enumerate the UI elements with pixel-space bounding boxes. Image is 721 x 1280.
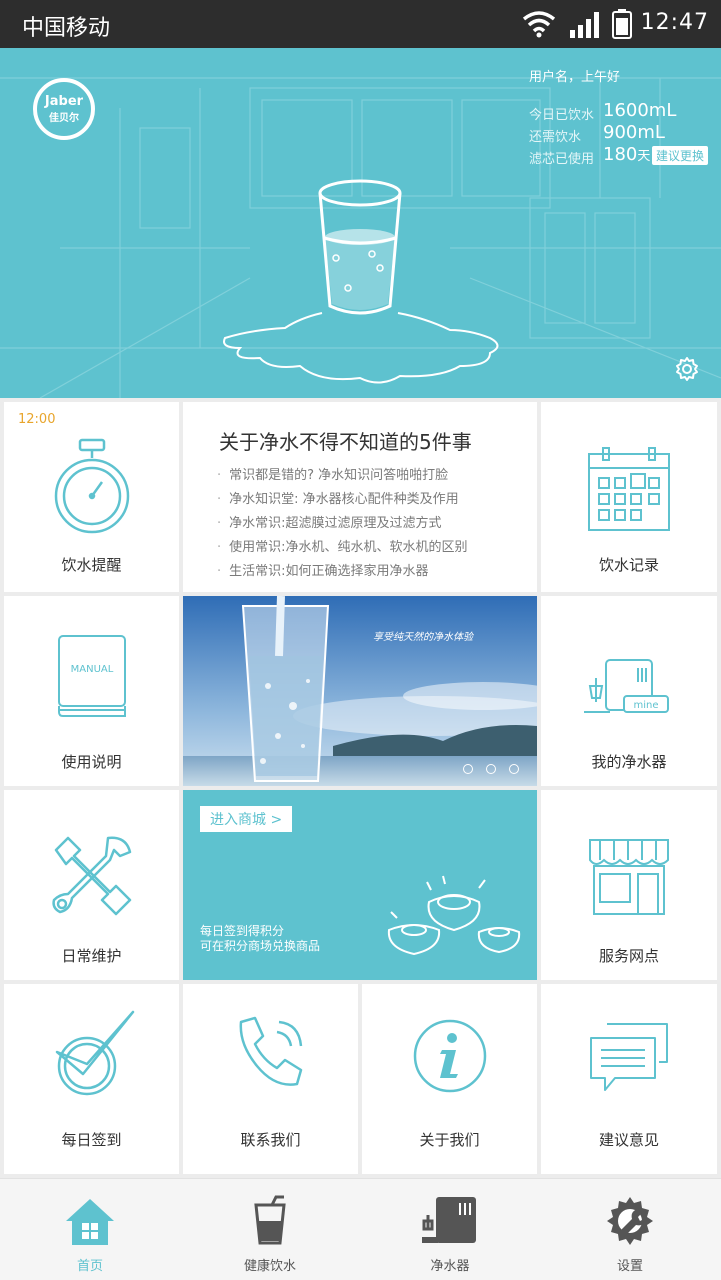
drink-reminder-label: 饮水提醒 — [61, 556, 122, 574]
daily-checkin-card[interactable]: 每日签到 — [4, 984, 179, 1174]
article-item[interactable]: 净水常识:超滤膜过滤原理及过滤方式 — [217, 512, 468, 536]
nav-healthy-drinking[interactable]: 健康饮水 — [180, 1179, 360, 1280]
drink-reminder-card[interactable]: 12:00 饮水提醒 — [4, 402, 179, 592]
my-purifier-card[interactable]: mine 我的净水器 — [541, 596, 717, 786]
article-list: 常识都是错的? 净水知识问答啪啪打脸 净水知识堂: 净水器核心配件种类及作用 净… — [217, 464, 468, 584]
stat-drank-today: 今日已饮水 1600mL — [529, 100, 677, 123]
mall-card[interactable]: 进入商城 > 每日签到得积分 可在积分商场兑换商品 — [183, 790, 537, 980]
stat-remaining: 还需饮水 900mL — [529, 122, 665, 145]
manual-label: 使用说明 — [61, 753, 122, 771]
my-purifier-label: 我的净水器 — [591, 753, 667, 771]
carrier-name: 中国移动 — [22, 16, 111, 41]
phone-icon — [239, 1016, 302, 1086]
purifier-icon — [422, 1197, 476, 1243]
manual-card[interactable]: MANUAL 使用说明 — [4, 596, 179, 786]
nav-home[interactable]: 首页 — [0, 1179, 180, 1280]
tools-icon — [51, 836, 131, 916]
cup-icon — [254, 1195, 286, 1245]
jaber-logo: Jaber 佳贝尔 — [33, 78, 95, 140]
calendar-icon — [588, 447, 670, 531]
carousel-dot[interactable] — [462, 764, 473, 774]
bottom-navigation: 首页 健康饮水 净水器 设置 — [0, 1178, 721, 1280]
nav-settings[interactable]: 设置 — [540, 1179, 720, 1280]
storefront-icon — [589, 839, 669, 915]
replace-filter-button[interactable]: 建议更换 — [652, 146, 709, 165]
carousel-dot[interactable] — [485, 764, 496, 774]
checkmark-circle-icon — [55, 1010, 134, 1096]
daily-checkin-label: 每日签到 — [61, 1131, 122, 1149]
feedback-card[interactable]: 建议意见 — [541, 984, 717, 1174]
user-greeting: 用户名，上午好 — [529, 70, 621, 85]
water-glass-photo — [183, 596, 537, 786]
manual-book-icon: MANUAL — [57, 635, 126, 717]
maintenance-card[interactable]: 日常维护 — [4, 790, 179, 980]
about-us-card[interactable]: 关于我们 — [362, 984, 537, 1174]
service-points-label: 服务网点 — [598, 947, 659, 965]
carousel-indicator[interactable] — [455, 759, 519, 778]
promo-banner[interactable]: 享受纯天然的净水体验 — [183, 596, 537, 786]
purifier-device-icon: mine — [584, 659, 669, 713]
battery-icon — [612, 9, 632, 39]
article-title: 关于净水不得不知道的5件事 — [219, 430, 472, 454]
gold-ingot-icon — [387, 875, 521, 956]
home-icon — [66, 1199, 114, 1245]
article-item[interactable]: 使用常识:净水机、纯水机、软水机的区别 — [217, 536, 467, 560]
stopwatch-icon — [54, 438, 129, 534]
purifier-mine-tag: mine — [633, 700, 658, 711]
article-item[interactable]: 净水知识堂: 净水器核心配件种类及作用 — [217, 488, 468, 512]
article-item[interactable]: 生活常识:如何正确选择家用净水器 — [217, 560, 468, 584]
wifi-icon — [522, 11, 556, 38]
manual-cover-text: MANUAL — [70, 664, 113, 675]
carousel-dot[interactable] — [509, 764, 519, 774]
contact-us-label: 联系我们 — [240, 1131, 301, 1149]
stat-filter-used: 滤芯已使用 180天 — [529, 144, 651, 167]
mall-description: 每日签到得积分 可在积分商场兑换商品 — [200, 924, 321, 953]
reminder-time: 12:00 — [18, 412, 56, 427]
chat-bubbles-icon — [590, 1023, 668, 1091]
contact-us-card[interactable]: 联系我们 — [183, 984, 358, 1174]
settings-icon — [607, 1197, 653, 1245]
status-bar: 中国移动 12:47 — [0, 0, 721, 48]
clock: 12:47 — [640, 10, 709, 35]
service-points-card[interactable]: 服务网点 — [541, 790, 717, 980]
nav-purifier[interactable]: 净水器 — [360, 1179, 540, 1280]
feedback-label: 建议意见 — [598, 1131, 659, 1149]
settings-gear-icon[interactable] — [674, 356, 700, 382]
dashboard-header: Jaber 佳贝尔 用户名，上午好 今日已饮水 1600mL 还需饮水 900m… — [0, 48, 721, 398]
maintenance-label: 日常维护 — [61, 947, 122, 965]
enter-mall-button[interactable]: 进入商城 > — [200, 806, 293, 832]
article-card[interactable]: 关于净水不得不知道的5件事 常识都是错的? 净水知识问答啪啪打脸 净水知识堂: … — [183, 402, 537, 592]
drink-record-card[interactable]: 饮水记录 — [541, 402, 717, 592]
info-icon — [413, 1019, 486, 1093]
about-us-label: 关于我们 — [419, 1131, 480, 1149]
banner-slogan: 享受纯天然的净水体验 — [373, 632, 473, 643]
signal-icon — [570, 12, 599, 38]
drink-record-label: 饮水记录 — [598, 556, 659, 574]
article-item[interactable]: 常识都是错的? 净水知识问答啪啪打脸 — [217, 464, 468, 488]
